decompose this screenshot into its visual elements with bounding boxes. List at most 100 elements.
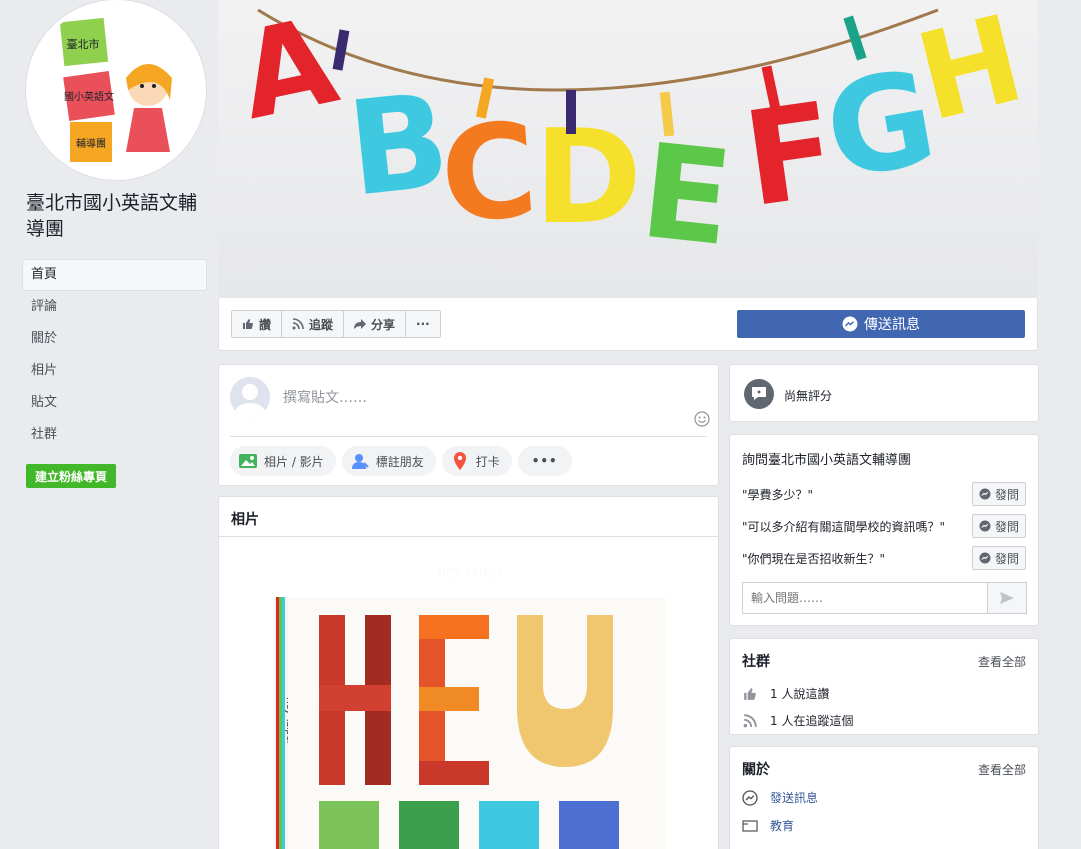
about-title: 關於	[742, 762, 770, 778]
action-button-group: 讚 追蹤 分享 ···	[231, 310, 441, 338]
check-in-button[interactable]: 打卡	[441, 446, 512, 476]
photo-icon	[239, 454, 257, 468]
about-see-all-link[interactable]: 查看全部	[978, 761, 1026, 778]
check-in-label: 打卡	[475, 454, 500, 469]
question-text: "學費多少？"	[742, 487, 814, 502]
left-nav: 首頁 評論 關於 相片 貼文 社群	[22, 259, 207, 451]
logo-box-1: 臺北市	[67, 37, 100, 51]
logo-illustration: 臺北市 國小英語文 輔導團	[59, 17, 172, 162]
community-card: 社群 查看全部 1 人說這讚 1 人在追蹤這個	[729, 638, 1039, 735]
nav-item-posts[interactable]: 貼文	[22, 387, 207, 419]
logo-box-2: 國小英語文	[64, 90, 114, 103]
ask-title: 詢問臺北市國小英語文輔導團	[742, 453, 912, 468]
category-icon	[742, 819, 758, 832]
community-follows-row: 1 人在追蹤這個	[742, 712, 853, 729]
photo-video-label: 相片 / 影片	[264, 454, 324, 469]
community-likes-text: 1 人說這讚	[770, 687, 830, 701]
nav-item-about[interactable]: 關於	[22, 323, 207, 355]
cover-photo[interactable]: A B C D E F G H	[218, 0, 1038, 298]
tag-friends-label: 標註朋友	[375, 454, 424, 469]
about-send-message-link[interactable]: 發送訊息	[770, 789, 818, 806]
about-message-row[interactable]: 發送訊息	[742, 789, 818, 806]
send-message-button[interactable]: 傳送訊息	[737, 310, 1025, 338]
community-header: 社群 查看全部	[742, 651, 1026, 671]
composer-divider	[230, 436, 707, 437]
cover-letter-c: C	[436, 94, 542, 252]
book-cover-image: Hey Taipei HEY TAIPEI	[274, 566, 666, 849]
rating-card: 尚無評分	[729, 364, 1039, 422]
photo-video-button[interactable]: 相片 / 影片	[230, 446, 336, 476]
rating-icon	[744, 379, 774, 409]
ask-button[interactable]: 發問	[971, 546, 1026, 570]
tag-friends-icon	[351, 454, 369, 469]
messenger-icon	[979, 488, 991, 500]
book-title: HEY TAIPEI	[437, 566, 501, 580]
about-header: 關於 查看全部	[742, 759, 1026, 779]
nav-item-reviews[interactable]: 評論	[22, 291, 207, 323]
photo-thumbnail[interactable]: Hey Taipei HEY TAIPEI	[219, 537, 718, 849]
composer-actions: 相片 / 影片 標註朋友 打卡 •••	[230, 446, 572, 476]
ask-button-label: 發問	[994, 519, 1019, 534]
question-row: "可以多介紹有關這間學校的資訊嗎？" 發問	[742, 514, 1026, 538]
emoji-icon[interactable]	[694, 411, 710, 427]
photos-title: 相片	[231, 512, 259, 528]
ask-question-input[interactable]	[742, 582, 987, 614]
ask-card: 詢問臺北市國小英語文輔導團 "學費多少？" 發問 "可以多介紹有關這間學校的資訊…	[729, 434, 1039, 626]
question-row: "學費多少？" 發問	[742, 482, 1026, 506]
question-row: "你們現在是否招收新生？" 發問	[742, 546, 1026, 570]
review-bubble-icon	[752, 387, 766, 400]
cover-letter-e: E	[634, 115, 738, 275]
follow-button[interactable]: 追蹤	[282, 311, 345, 337]
composer-avatar	[230, 377, 270, 417]
thumbs-up-icon	[744, 687, 756, 700]
nav-item-photos[interactable]: 相片	[22, 355, 207, 387]
ask-button-label: 發問	[994, 551, 1019, 566]
messenger-icon	[979, 552, 991, 564]
rating-text: 尚無評分	[784, 389, 833, 403]
about-card: 關於 查看全部 發送訊息 教育	[729, 746, 1039, 849]
share-button[interactable]: 分享	[344, 311, 407, 337]
send-message-label: 傳送訊息	[864, 317, 920, 333]
share-arrow-icon	[354, 319, 367, 329]
community-see-all-link[interactable]: 查看全部	[978, 653, 1026, 670]
ask-send-button[interactable]	[987, 582, 1027, 614]
default-avatar-icon	[230, 377, 270, 417]
rss-icon	[292, 318, 304, 330]
create-page-button[interactable]: 建立粉絲專頁	[26, 464, 117, 488]
profile-picture[interactable]: 臺北市 國小英語文 輔導團	[26, 0, 206, 180]
community-follows-text: 1 人在追蹤這個	[770, 714, 854, 728]
send-arrow-icon	[1000, 592, 1014, 604]
cover-image: A B C D E F G H	[228, 0, 1036, 275]
ask-button-label: 發問	[994, 487, 1019, 502]
composer-input[interactable]: 撰寫貼文……	[283, 387, 367, 407]
ask-button[interactable]: 發問	[971, 482, 1026, 506]
like-button[interactable]: 讚	[232, 311, 283, 337]
nav-item-community[interactable]: 社群	[22, 419, 207, 451]
page-title: 臺北市國小英語文輔導團	[26, 192, 198, 240]
cover-letter-d: D	[534, 101, 642, 253]
cover-letter-a: A	[228, 0, 348, 147]
post-composer: 撰寫貼文…… 相片 / 影片 標註朋友 打卡 •••	[218, 364, 719, 486]
community-title: 社群	[742, 654, 770, 670]
photos-header: 相片	[219, 497, 718, 537]
nav-item-home[interactable]: 首頁	[22, 259, 207, 291]
share-label: 分享	[371, 317, 396, 332]
ask-input-wrap	[742, 582, 1027, 614]
community-likes-row: 1 人說這讚	[742, 685, 829, 702]
photos-card: 相片 Hey Taipei HEY TAIPEI	[218, 496, 719, 849]
ask-button[interactable]: 發問	[971, 514, 1026, 538]
question-text: "你們現在是否招收新生？"	[742, 551, 886, 566]
location-pin-icon	[453, 452, 466, 470]
about-category-link[interactable]: 教育	[770, 817, 794, 834]
thumbs-up-icon	[243, 319, 253, 329]
tag-friends-button[interactable]: 標註朋友	[341, 446, 436, 476]
rss-icon	[743, 713, 757, 727]
more-actions-button[interactable]: ···	[406, 311, 440, 337]
messenger-icon	[842, 316, 858, 332]
about-category-row: 教育	[742, 817, 794, 834]
follow-label: 追蹤	[309, 317, 334, 332]
messenger-icon	[742, 789, 758, 806]
composer-more-button[interactable]: •••	[517, 446, 572, 476]
page-action-bar: 讚 追蹤 分享 ··· 傳送訊息	[218, 298, 1038, 351]
like-label: 讚	[259, 317, 272, 332]
